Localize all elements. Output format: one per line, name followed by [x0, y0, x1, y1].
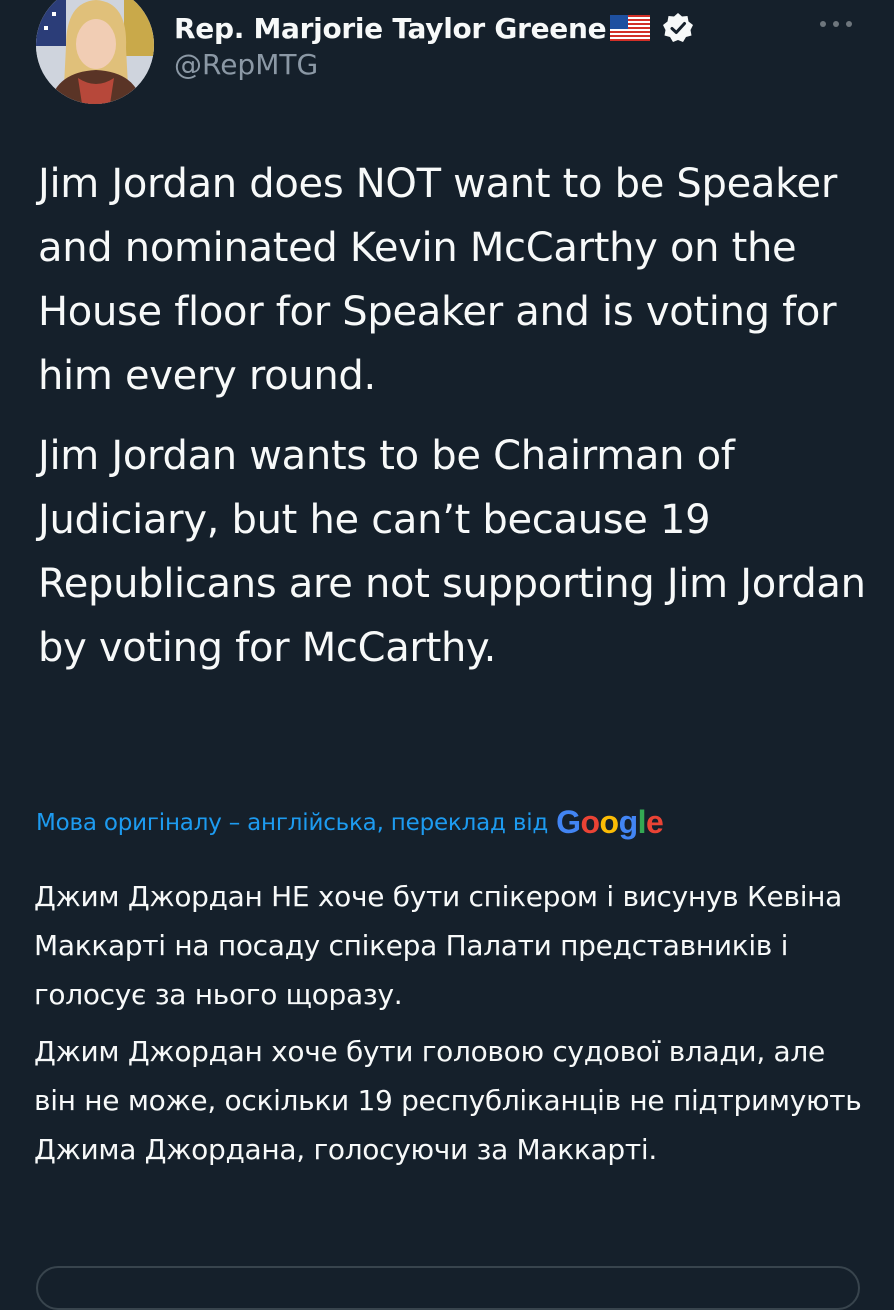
verified-badge-icon[interactable] — [662, 12, 694, 44]
avatar[interactable] — [36, 0, 154, 104]
tweet-paragraph-1: Jim Jordan does NOT want to be Speaker a… — [38, 161, 838, 399]
author-display-name[interactable]: Rep. Marjorie Taylor Greene — [174, 12, 607, 45]
author-handle[interactable]: @RepMTG — [174, 48, 318, 81]
us-flag-icon — [610, 15, 651, 41]
translated-paragraph-1: Джим Джордан НЕ хоче бути спікером і вис… — [34, 880, 843, 1011]
profile-photo — [36, 0, 154, 104]
translated-text: Джим Джордан НЕ хоче бути спікером і вис… — [34, 872, 864, 1182]
tweet-paragraph-2: Jim Jordan wants to be Chairman of Judic… — [38, 433, 866, 671]
more-options-icon[interactable] — [818, 14, 854, 34]
translation-source-label[interactable]: Мова оригіналу – англійська, переклад ві… — [36, 810, 548, 836]
tweet-text: Jim Jordan does NOT want to be Speaker a… — [38, 152, 868, 696]
translation-attribution[interactable]: Мова оригіналу – англійська, переклад ві… — [36, 804, 664, 841]
google-logo: Google — [556, 804, 664, 840]
translated-paragraph-2: Джим Джордан хоче бути головою судової в… — [34, 1035, 862, 1166]
embedded-card[interactable] — [36, 1266, 860, 1310]
author-name-row[interactable]: Rep. Marjorie Taylor Greene — [174, 8, 694, 48]
